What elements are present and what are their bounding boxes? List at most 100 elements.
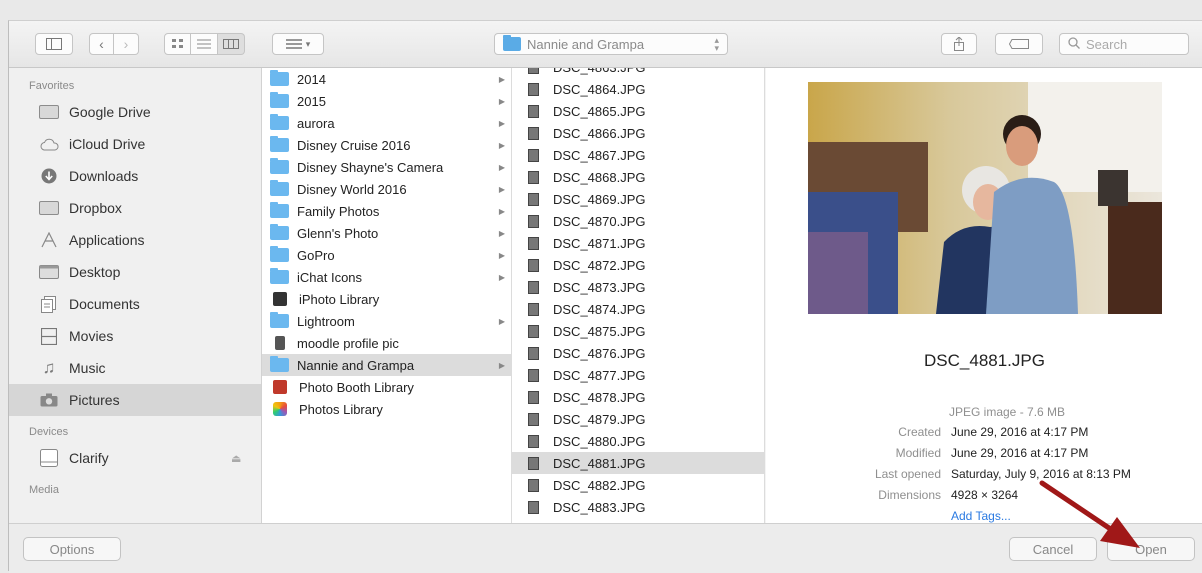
- back-forward-group: ‹ ›: [89, 33, 139, 55]
- folder-row[interactable]: Nannie and Grampa ▶: [262, 354, 511, 376]
- file-row[interactable]: DSC_4872.JPG: [512, 254, 764, 276]
- folder-row[interactable]: 2015 ▶: [262, 90, 511, 112]
- sidebar-toggle-button[interactable]: [35, 33, 73, 55]
- folder-row[interactable]: Glenn's Photo ▶: [262, 222, 511, 244]
- file-row[interactable]: DSC_4875.JPG: [512, 320, 764, 342]
- file-name: DSC_4883.JPG: [553, 499, 646, 515]
- folder-row[interactable]: moodle profile pic: [262, 332, 511, 354]
- file-name: DSC_4875.JPG: [553, 323, 646, 339]
- file-row[interactable]: DSC_4863.JPG: [512, 68, 764, 78]
- folder-row[interactable]: iPhoto Library: [262, 288, 511, 310]
- file-row[interactable]: DSC_4868.JPG: [512, 166, 764, 188]
- sidebar-item-applications[interactable]: Applications: [9, 224, 261, 256]
- add-tags-link[interactable]: Add Tags...: [951, 509, 1011, 523]
- folder-icon: [39, 200, 59, 216]
- desktop-icon: [39, 264, 59, 280]
- tags-button[interactable]: [995, 33, 1043, 55]
- jpg-file-icon: [528, 170, 539, 184]
- search-icon: [1068, 37, 1080, 52]
- icon-view-button[interactable]: [164, 33, 191, 55]
- folder-row[interactable]: Photo Booth Library: [262, 376, 511, 398]
- list-view-button[interactable]: [191, 33, 218, 55]
- sidebar-item-label: Music: [69, 360, 106, 376]
- options-button[interactable]: Options: [23, 537, 121, 561]
- file-row[interactable]: DSC_4878.JPG: [512, 386, 764, 408]
- sidebar-item-music[interactable]: ♫ Music: [9, 352, 261, 384]
- preview-filename: DSC_4881.JPG: [924, 351, 1045, 370]
- file-row[interactable]: DSC_4879.JPG: [512, 408, 764, 430]
- file-row[interactable]: DSC_4867.JPG: [512, 144, 764, 166]
- file-row[interactable]: DSC_4880.JPG: [512, 430, 764, 452]
- folder-row[interactable]: Lightroom ▶: [262, 310, 511, 332]
- cancel-button[interactable]: Cancel: [1009, 537, 1097, 561]
- share-button[interactable]: [941, 33, 977, 55]
- sidebar-item-label: Movies: [69, 328, 114, 344]
- eject-icon[interactable]: ⏏: [231, 452, 241, 465]
- folder-name: moodle profile pic: [297, 335, 399, 351]
- folder-row[interactable]: Disney Cruise 2016 ▶: [262, 134, 511, 156]
- iphoto-library-icon: [273, 292, 287, 306]
- folder-row[interactable]: GoPro ▶: [262, 244, 511, 266]
- file-name: DSC_4869.JPG: [553, 191, 646, 207]
- file-row[interactable]: DSC_4864.JPG: [512, 78, 764, 100]
- sidebar: Favorites Google Drive iCloud Drive Down…: [9, 68, 262, 523]
- file-name: DSC_4873.JPG: [553, 279, 646, 295]
- disclosure-arrow-icon: ▶: [498, 96, 505, 106]
- file-row[interactable]: DSC_4870.JPG: [512, 210, 764, 232]
- sidebar-item-dropbox[interactable]: Dropbox: [9, 192, 261, 224]
- file-row[interactable]: DSC_4865.JPG: [512, 100, 764, 122]
- file-row[interactable]: DSC_4882.JPG: [512, 474, 764, 496]
- folder-row[interactable]: 2014 ▶: [262, 68, 511, 90]
- sidebar-icon: [46, 38, 62, 50]
- sidebar-item-movies[interactable]: Movies: [9, 320, 261, 352]
- file-row[interactable]: DSC_4866.JPG: [512, 122, 764, 144]
- folder-row[interactable]: Disney Shayne's Camera ▶: [262, 156, 511, 178]
- disclosure-arrow-icon: ▶: [498, 184, 505, 194]
- file-row[interactable]: DSC_4876.JPG: [512, 342, 764, 364]
- search-input[interactable]: Search: [1059, 33, 1189, 55]
- movies-icon: [39, 327, 59, 345]
- file-row[interactable]: DSC_4883.JPG: [512, 496, 764, 518]
- file-row[interactable]: DSC_4871.JPG: [512, 232, 764, 254]
- jpg-file-icon: [528, 258, 539, 272]
- folder-row[interactable]: Family Photos ▶: [262, 200, 511, 222]
- forward-button[interactable]: ›: [114, 33, 139, 55]
- file-row[interactable]: DSC_4869.JPG: [512, 188, 764, 210]
- folder-row[interactable]: Disney World 2016 ▶: [262, 178, 511, 200]
- jpg-file-icon: [528, 434, 539, 448]
- sidebar-item-label: iCloud Drive: [69, 136, 146, 152]
- sidebar-item-label: Google Drive: [69, 104, 151, 120]
- sidebar-item-label: Dropbox: [69, 200, 122, 216]
- arrange-button[interactable]: ▾: [272, 33, 324, 55]
- column-view-button[interactable]: [218, 33, 245, 55]
- folder-row[interactable]: aurora ▶: [262, 112, 511, 134]
- folder-row[interactable]: iChat Icons ▶: [262, 266, 511, 288]
- sidebar-item-downloads[interactable]: Downloads: [9, 160, 261, 192]
- sidebar-item-documents[interactable]: Documents: [9, 288, 261, 320]
- folder-name: Photos Library: [299, 401, 383, 417]
- folder-icon: [270, 136, 289, 152]
- sidebar-item-desktop[interactable]: Desktop: [9, 256, 261, 288]
- file-row[interactable]: DSC_4873.JPG: [512, 276, 764, 298]
- folder-icon: [270, 312, 289, 328]
- path-popup[interactable]: Nannie and Grampa ▴ ▾: [494, 33, 728, 55]
- sidebar-item-pictures[interactable]: Pictures: [9, 384, 261, 416]
- columns-icon: [223, 39, 239, 49]
- file-name: DSC_4868.JPG: [553, 169, 646, 185]
- file-name: DSC_4877.JPG: [553, 367, 646, 383]
- jpg-file-icon: [528, 280, 539, 294]
- file-row[interactable]: DSC_4881.JPG: [512, 452, 764, 474]
- file-column: DSC_4863.JPG DSC_4864.JPG DSC_4865.JPG DSC_…: [512, 68, 765, 523]
- file-row[interactable]: DSC_4874.JPG: [512, 298, 764, 320]
- sidebar-item-google-drive[interactable]: Google Drive: [9, 96, 261, 128]
- open-button[interactable]: Open: [1107, 537, 1195, 561]
- file-row[interactable]: DSC_4877.JPG: [512, 364, 764, 386]
- sidebar-item-clarify[interactable]: Clarify ⏏: [9, 442, 261, 474]
- folder-row[interactable]: Photos Library: [262, 398, 511, 420]
- back-button[interactable]: ‹: [89, 33, 114, 55]
- meta-value-dimensions: 4928 × 3264: [951, 488, 1019, 502]
- sidebar-item-icloud-drive[interactable]: iCloud Drive: [9, 128, 261, 160]
- open-file-dialog: ‹ › ▾ Nannie and Grampa ▴ ▾ Search Favor…: [8, 20, 1202, 573]
- folder-name: 2015: [297, 93, 326, 109]
- jpg-file-icon: [528, 236, 539, 250]
